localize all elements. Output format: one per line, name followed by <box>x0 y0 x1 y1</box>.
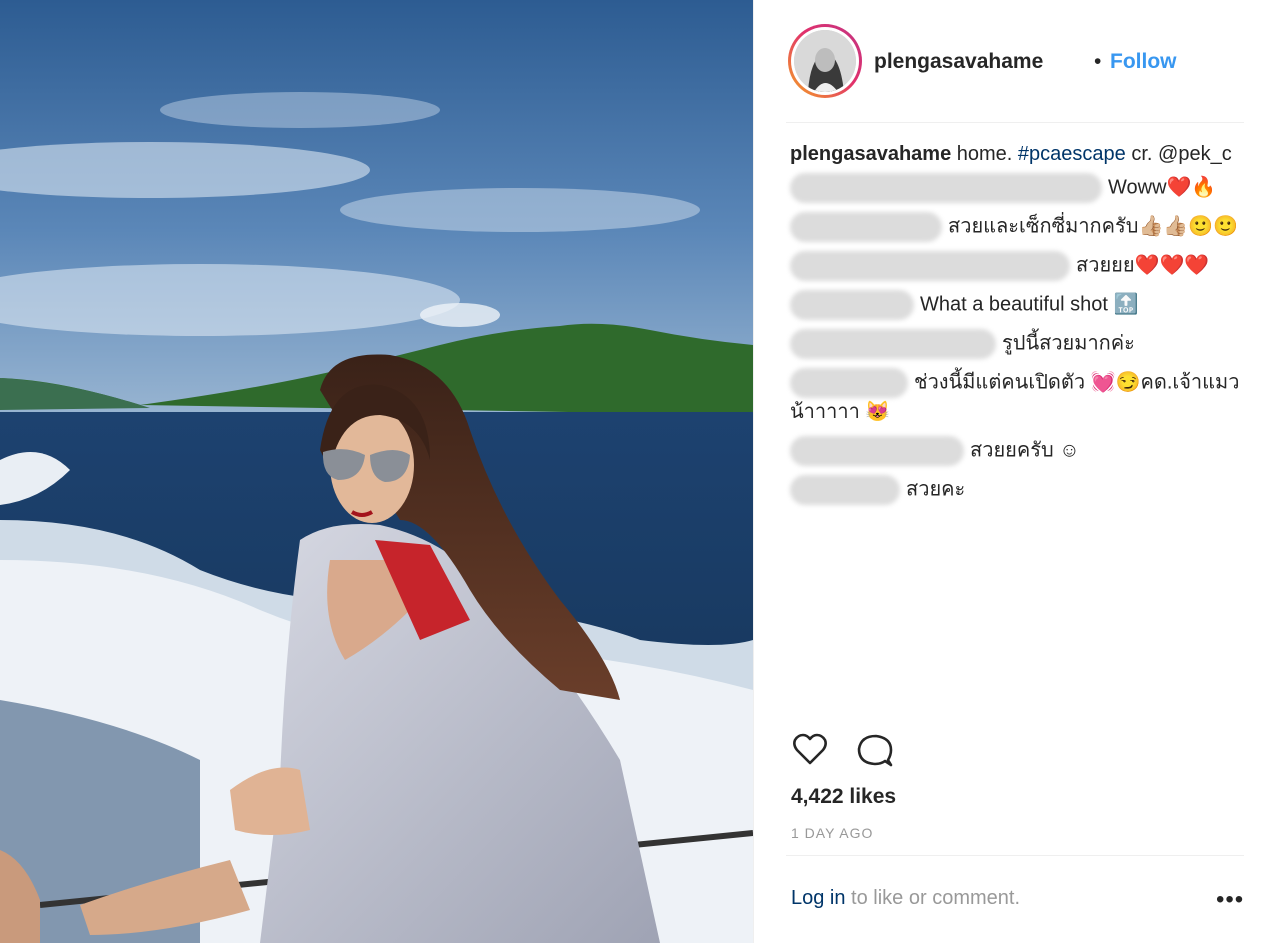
comment-text: สวยคะ <box>906 478 966 501</box>
comment-text: What a beautiful shot 🔝 <box>920 293 1139 316</box>
post-photo[interactable] <box>0 0 753 943</box>
comments-list: plengasavahame home. #pcaescape cr. @pek… <box>790 140 1242 514</box>
comment-text: รูปนี้สวยมากค่ะ <box>1002 332 1135 355</box>
avatar-story-ring[interactable] <box>788 24 862 98</box>
comment-item: รูปนี้สวยมากค่ะ <box>790 329 1242 359</box>
blurred-username <box>790 290 914 320</box>
comment-item: สวยยย❤️❤️❤️ <box>790 251 1242 281</box>
blurred-username <box>790 329 996 359</box>
comment-text: สวยและเซ็กซี่มากครับ👍🏼👍🏼🙂🙂 <box>948 215 1239 238</box>
login-prompt-text: to like or comment. <box>845 887 1021 909</box>
avatar-image <box>794 30 856 92</box>
blurred-username <box>790 368 908 398</box>
caption-hashtag[interactable]: #pcaescape <box>1018 143 1126 165</box>
post-side-panel: plengasavahame • Follow plengasavahame h… <box>753 0 1280 943</box>
separator-dot: • <box>1094 50 1102 73</box>
photo-image <box>0 0 753 943</box>
comment-item: What a beautiful shot 🔝 <box>790 290 1242 320</box>
comment-item: สวยและเซ็กซี่มากครับ👍🏼👍🏼🙂🙂 <box>790 212 1242 242</box>
caption-username[interactable]: plengasavahame <box>790 143 951 165</box>
login-link[interactable]: Log in <box>791 887 846 909</box>
blurred-username <box>790 212 942 242</box>
comment-text: สวยยครับ ☺ <box>970 439 1080 462</box>
post-timestamp[interactable]: 1 DAY AGO <box>791 825 873 841</box>
login-prompt: Log in to like or comment. <box>791 887 1020 910</box>
post-header: plengasavahame • Follow <box>786 22 1244 123</box>
post-caption: plengasavahame home. #pcaescape cr. @pek… <box>790 140 1242 169</box>
divider <box>786 855 1244 856</box>
avatar[interactable] <box>794 30 856 92</box>
heart-icon[interactable] <box>790 730 830 770</box>
blurred-username <box>790 436 964 467</box>
caption-text: home. <box>956 143 1018 165</box>
blurred-username <box>790 173 1102 203</box>
blurred-username <box>790 251 1070 281</box>
comment-item: Woww❤️🔥 <box>790 173 1242 203</box>
caption-credit: cr. @pek_c <box>1125 143 1232 165</box>
comment-item: สวยคะ <box>790 475 1242 506</box>
header-username[interactable]: plengasavahame <box>874 50 1043 74</box>
comment-text: สวยยย❤️❤️❤️ <box>1076 254 1210 277</box>
comment-text: Woww❤️🔥 <box>1108 176 1217 199</box>
more-options-icon[interactable]: ••• <box>1216 888 1244 912</box>
likes-count[interactable]: 4,422 likes <box>791 785 896 809</box>
comment-item: สวยยครับ ☺ <box>790 436 1242 467</box>
blurred-username <box>790 475 900 506</box>
comment-icon[interactable] <box>854 730 894 770</box>
comment-item: ช่วงนี้มีแต่คนเปิดตัว 💓😏คด.เจ้าแมวน้าาาา… <box>790 368 1242 427</box>
follow-button[interactable]: Follow <box>1110 50 1177 74</box>
